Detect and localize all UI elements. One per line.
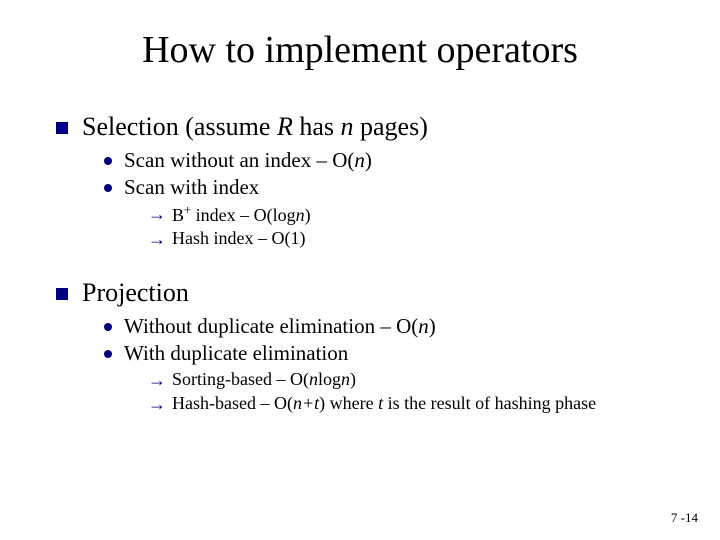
item-text: Hash-based – O(n+t) where t is the resul… xyxy=(172,392,596,415)
text-italic: n xyxy=(296,205,305,225)
text: Hash index – O(1) xyxy=(172,228,305,248)
spacer xyxy=(50,260,670,278)
text: With duplicate elimination xyxy=(124,341,348,365)
text: Hash-based – O( xyxy=(172,393,293,413)
item-text: Scan without an index – O(n) xyxy=(124,148,372,173)
text: is the result of hashing phase xyxy=(383,393,596,413)
text: ) xyxy=(305,205,311,225)
text: Scan without an index – O( xyxy=(124,148,354,172)
list-item: With duplicate elimination xyxy=(104,341,670,366)
section-selection: Selection (assume R has n pages) Scan wi… xyxy=(56,112,670,252)
text-italic: n xyxy=(354,148,365,172)
list-item: → Hash-based – O(n+t) where t is the res… xyxy=(148,392,670,416)
text: Sorting-based – O( xyxy=(172,369,309,389)
text-italic: n xyxy=(341,112,354,141)
subsubitems: → B+ index – O(logn) → Hash index – O(1) xyxy=(148,202,670,252)
dot-bullet-icon xyxy=(104,184,112,192)
text: index – O(log xyxy=(191,205,295,225)
subitems: Scan without an index – O(n) Scan with i… xyxy=(104,148,670,200)
item-text: Hash index – O(1) xyxy=(172,227,305,250)
heading-text: Projection xyxy=(82,278,189,308)
text: Without duplicate elimination – O( xyxy=(124,314,418,338)
dot-bullet-icon xyxy=(104,350,112,358)
subitems: Without duplicate elimination – O(n) Wit… xyxy=(104,314,670,366)
list-item: Without duplicate elimination – O(n) xyxy=(104,314,670,339)
arrow-icon: → xyxy=(148,369,166,392)
text: Selection (assume xyxy=(82,112,277,141)
text-italic: R xyxy=(277,112,293,141)
dot-bullet-icon xyxy=(104,323,112,331)
text: Scan with index xyxy=(124,175,259,199)
list-item: Scan without an index – O(n) xyxy=(104,148,670,173)
dot-bullet-icon xyxy=(104,157,112,165)
text: B xyxy=(172,205,184,225)
text: has xyxy=(293,112,341,141)
section-heading: Projection xyxy=(56,278,670,308)
square-bullet-icon xyxy=(56,122,68,134)
arrow-icon: → xyxy=(148,228,166,251)
slide-title: How to implement operators xyxy=(50,28,670,72)
item-text: With duplicate elimination xyxy=(124,341,348,366)
square-bullet-icon xyxy=(56,288,68,300)
text: pages) xyxy=(354,112,428,141)
section-projection: Projection Without duplicate elimination… xyxy=(56,278,670,417)
arrow-icon: → xyxy=(148,393,166,416)
text: ) where xyxy=(319,393,378,413)
item-text: Sorting-based – O(nlogn) xyxy=(172,368,356,391)
text-italic: n+t xyxy=(293,393,319,413)
list-item: → Sorting-based – O(nlogn) xyxy=(148,368,670,392)
slide: How to implement operators Selection (as… xyxy=(0,0,720,445)
text-italic: n xyxy=(418,314,429,338)
list-item: → B+ index – O(logn) xyxy=(148,202,670,227)
text: ) xyxy=(365,148,372,172)
item-text: Scan with index xyxy=(124,175,259,200)
text: Projection xyxy=(82,278,189,307)
subsubitems: → Sorting-based – O(nlogn) → Hash-based … xyxy=(148,368,670,417)
heading-text: Selection (assume R has n pages) xyxy=(82,112,428,142)
text-italic: n xyxy=(341,369,350,389)
text: ) xyxy=(350,369,356,389)
item-text: B+ index – O(logn) xyxy=(172,202,311,227)
page-number: 7 -14 xyxy=(671,510,698,526)
item-text: Without duplicate elimination – O(n) xyxy=(124,314,436,339)
list-item: → Hash index – O(1) xyxy=(148,227,670,251)
text: log xyxy=(318,369,341,389)
section-heading: Selection (assume R has n pages) xyxy=(56,112,670,142)
text: ) xyxy=(429,314,436,338)
text-italic: n xyxy=(309,369,318,389)
arrow-icon: → xyxy=(148,203,166,226)
list-item: Scan with index xyxy=(104,175,670,200)
